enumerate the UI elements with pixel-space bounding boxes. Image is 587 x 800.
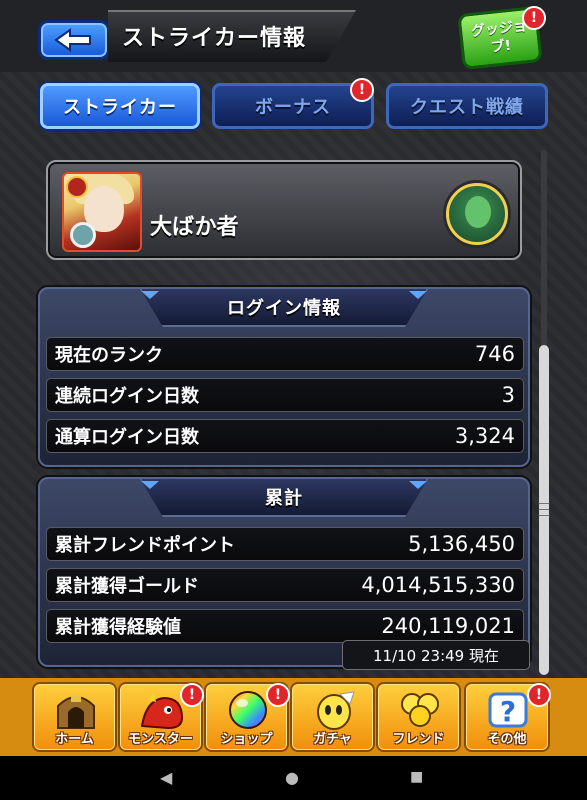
panel-ornament-icon xyxy=(141,291,159,299)
nav-home-label: ホーム xyxy=(55,732,94,747)
fire-element-icon xyxy=(66,176,88,198)
back-button[interactable] xyxy=(38,20,110,60)
other-question-icon: ? xyxy=(488,692,528,728)
stat-row-gold: 累計獲得ゴールド 4,014,515,330 xyxy=(46,568,524,602)
stat-value: 746 xyxy=(474,342,515,366)
nav-monster-alert-badge: ! xyxy=(180,683,204,707)
stat-value: 3 xyxy=(501,383,515,407)
stat-value: 5,136,450 xyxy=(408,532,515,556)
home-icon xyxy=(57,696,95,729)
scrollbar-grip-icon: — — — xyxy=(538,496,550,522)
stat-row-current-rank: 現在のランク 746 xyxy=(46,337,524,371)
stats-timestamp: 11/10 23:49 現在 xyxy=(342,640,530,670)
nav-shop-label: ショップ xyxy=(220,732,273,747)
nav-friend-label: フレンド xyxy=(392,732,445,747)
stat-label: 累計獲得ゴールド xyxy=(55,576,199,597)
tab-bonus-label: ボーナス xyxy=(255,97,331,118)
system-home-button[interactable]: ● xyxy=(285,768,299,787)
stat-label: 現在のランク xyxy=(55,345,163,366)
login-info-header: ログイン情報 xyxy=(140,289,428,327)
panel-ornament-icon xyxy=(409,481,427,489)
monster-icon xyxy=(140,692,184,730)
system-back-button[interactable]: ◀ xyxy=(160,768,172,787)
stat-value: 4,014,515,330 xyxy=(361,573,515,597)
tab-bonus-alert-badge: ! xyxy=(350,78,374,102)
nav-other-label: その他 xyxy=(487,732,527,747)
svg-text:?: ? xyxy=(500,695,516,728)
helper-monster-icon xyxy=(465,196,491,228)
player-name: 大ばか者 xyxy=(150,215,239,240)
nav-other-alert-badge: ! xyxy=(527,683,551,707)
gacha-egg-icon xyxy=(317,691,355,730)
good-job-alert-badge: ! xyxy=(522,6,546,30)
nav-home[interactable]: ホーム xyxy=(32,682,117,752)
player-avatar[interactable] xyxy=(62,172,142,252)
stat-row-friend-points: 累計フレンドポイント 5,136,450 xyxy=(46,527,524,561)
stat-row-experience: 累計獲得経験値 240,119,021 xyxy=(46,609,524,643)
panel-ornament-icon xyxy=(141,481,159,489)
totals-header: 累計 xyxy=(140,479,428,517)
system-recents-button[interactable]: ■ xyxy=(410,769,423,785)
rank-emblem-icon xyxy=(70,222,96,248)
nav-gacha-label: ガチャ xyxy=(313,732,352,747)
stat-row-consecutive-login: 連続ログイン日数 3 xyxy=(46,378,524,412)
stat-value: 3,324 xyxy=(454,424,515,448)
totals-title: 累計 xyxy=(265,488,303,509)
tab-striker-label: ストライカー xyxy=(63,97,177,118)
panel-ornament-icon xyxy=(409,291,427,299)
nav-gacha[interactable]: ガチャ xyxy=(290,682,375,752)
friend-balloon-icon xyxy=(401,693,439,727)
tab-striker[interactable]: ストライカー xyxy=(40,83,200,129)
tab-quest-record-label: クエスト戦績 xyxy=(410,97,524,118)
back-arrow-icon xyxy=(54,28,91,52)
tab-quest-record[interactable]: クエスト戦績 xyxy=(386,83,548,129)
login-info-title: ログイン情報 xyxy=(227,298,341,319)
stat-row-total-login: 通算ログイン日数 3,324 xyxy=(46,419,524,453)
app-root: ストライカー情報 グッジョブ! ! ストライカー ボーナス ! クエスト戦績 —… xyxy=(0,0,587,800)
stat-label: 通算ログイン日数 xyxy=(55,427,199,448)
stat-label: 累計フレンドポイント xyxy=(55,535,235,556)
stat-label: 連続ログイン日数 xyxy=(55,386,199,407)
stat-value: 240,119,021 xyxy=(381,614,515,638)
page-title: ストライカー情報 xyxy=(122,26,307,51)
stat-label: 累計獲得経験値 xyxy=(55,617,181,638)
helper-monster-avatar[interactable] xyxy=(446,183,508,245)
shop-orb-icon xyxy=(229,691,267,729)
nav-monster-label: モンスター xyxy=(128,732,193,747)
nav-friend[interactable]: フレンド xyxy=(376,682,461,752)
nav-shop-alert-badge: ! xyxy=(266,683,290,707)
